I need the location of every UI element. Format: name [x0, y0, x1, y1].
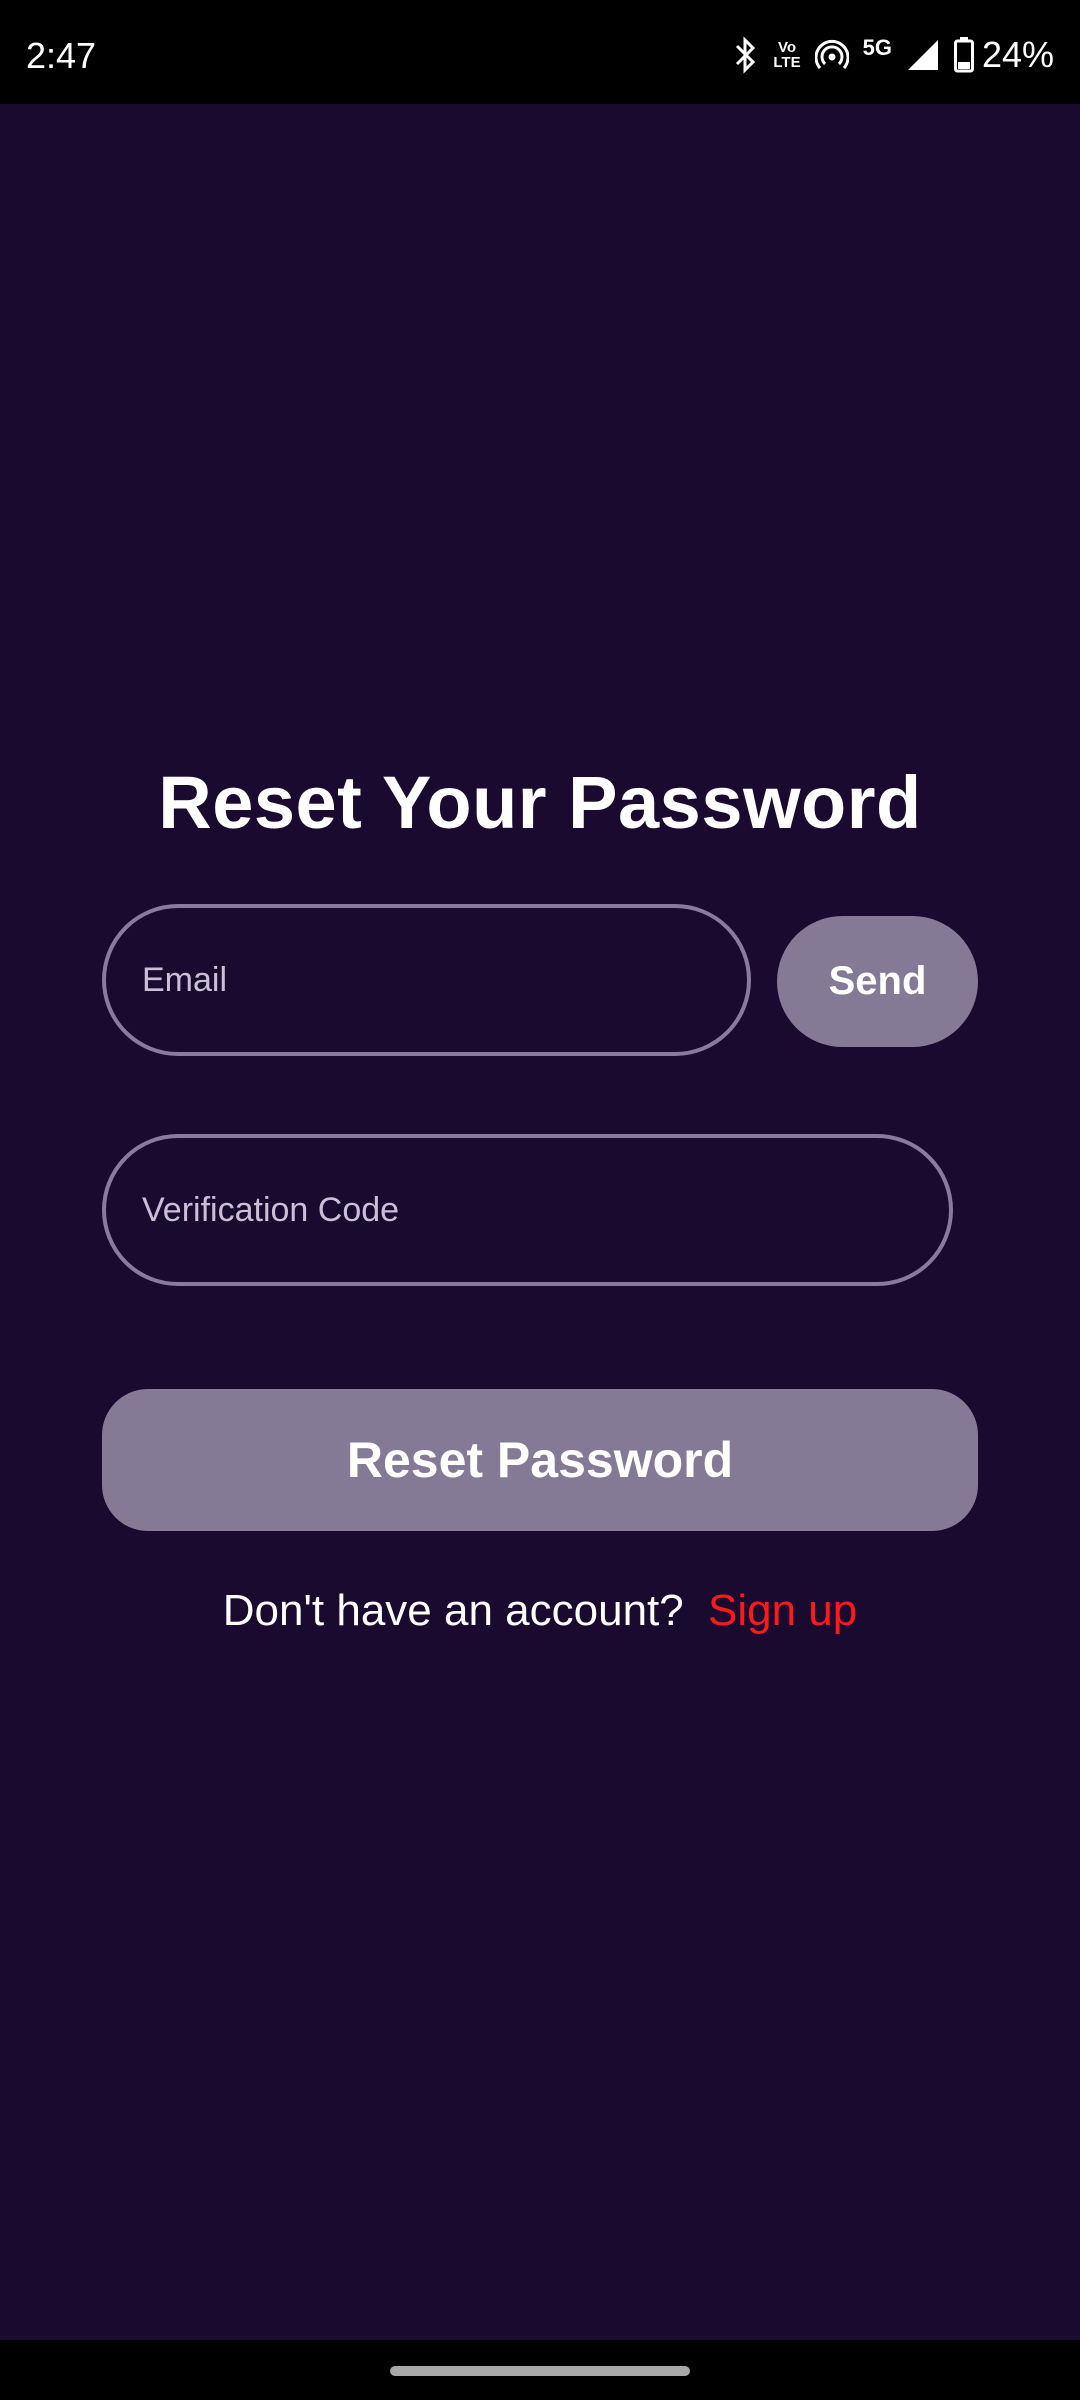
navigation-bar: [0, 2340, 1080, 2400]
reset-password-button[interactable]: Reset Password: [102, 1389, 978, 1531]
5g-icon: 5G: [862, 35, 892, 60]
signup-prompt-text: Don't have an account?: [222, 1586, 684, 1635]
hotspot-icon: [814, 38, 849, 72]
battery-icon: [953, 37, 974, 73]
signal-icon: [906, 38, 940, 72]
volte-bottom-label: LTE: [773, 54, 801, 71]
email-input[interactable]: [140, 907, 747, 1053]
email-field-container: [102, 904, 751, 1056]
status-icons: Vo LTE 5G 24%: [733, 30, 1054, 80]
page-title: Reset Your Password: [158, 761, 922, 844]
volte-icon: Vo LTE: [773, 40, 800, 70]
volte-top-label: Vo: [777, 39, 796, 56]
status-bar: 2:47 Vo LTE 5G 24%: [0, 0, 1080, 104]
status-time: 2:47: [26, 35, 97, 76]
verification-code-field-container: [102, 1134, 953, 1286]
bluetooth-icon: [733, 36, 759, 74]
send-code-button[interactable]: Send: [777, 916, 978, 1047]
verification-code-input[interactable]: [140, 1137, 949, 1283]
gesture-handle[interactable]: [390, 2366, 690, 2376]
reset-password-screen: 2:47 Vo LTE 5G 24% Reset Your Password E…: [0, 0, 1080, 2400]
battery-percentage: 24%: [981, 34, 1054, 75]
sign-up-link[interactable]: Sign up: [708, 1586, 857, 1635]
signup-prompt-row: Don't have an account? Sign up: [0, 1586, 1080, 1636]
